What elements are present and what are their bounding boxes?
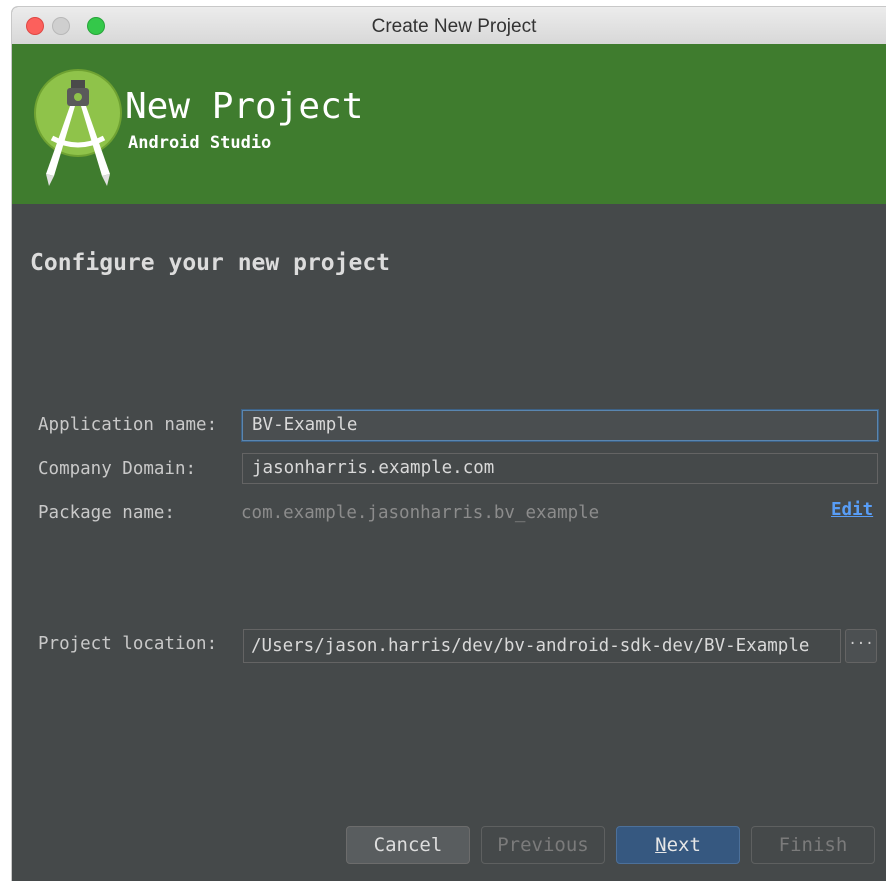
next-mnemonic: N	[655, 834, 667, 856]
package-name-label: Package name:	[38, 503, 175, 523]
finish-button[interactable]: Finish	[751, 826, 875, 864]
cancel-button[interactable]: Cancel	[346, 826, 470, 864]
android-studio-logo-icon	[34, 69, 122, 186]
company-domain-label: Company Domain:	[38, 459, 197, 479]
application-name-label: Application name:	[38, 415, 218, 435]
header-banner: New Project Android Studio	[12, 44, 886, 204]
company-domain-input[interactable]: jasonharris.example.com	[242, 453, 878, 484]
create-project-window: Create New Project New Project Android S…	[12, 7, 886, 881]
page-heading: Configure your new project	[30, 250, 391, 276]
browse-location-button[interactable]: ···	[845, 629, 877, 663]
window-title: Create New Project	[371, 16, 537, 37]
edit-package-link[interactable]: Edit	[831, 500, 873, 520]
banner-title: New Project	[125, 86, 364, 127]
next-label-rest: ext	[666, 834, 701, 856]
banner-subtitle: Android Studio	[128, 133, 272, 153]
application-name-input[interactable]: BV-Example	[242, 410, 878, 441]
project-location-label: Project location:	[38, 634, 218, 654]
package-name-value: com.example.jasonharris.bv_example	[241, 503, 600, 523]
project-location-input[interactable]: /Users/jason.harris/dev/bv-android-sdk-d…	[243, 629, 841, 663]
next-button[interactable]: Next	[616, 826, 740, 864]
previous-button[interactable]: Previous	[481, 826, 605, 864]
title-bar[interactable]: Create New Project	[12, 7, 886, 45]
